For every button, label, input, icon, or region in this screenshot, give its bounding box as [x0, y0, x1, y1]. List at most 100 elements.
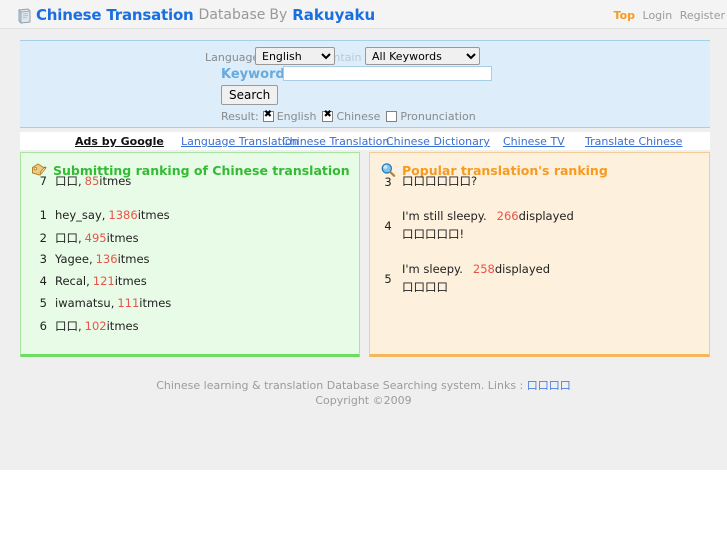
logo-title: Chinese Transation — [36, 6, 194, 24]
popular-ranking-panel: Popular translation's ranking 3 口口口口口口? … — [369, 152, 710, 357]
pop-number: 5 — [384, 272, 392, 286]
checkbox-pronunciation[interactable] — [386, 111, 398, 122]
rank-unit: itmes — [114, 274, 147, 288]
site-footer: Chinese learning & translation Database … — [0, 378, 727, 408]
keyword-input[interactable] — [283, 66, 492, 81]
language-select[interactable]: English — [255, 47, 335, 65]
rank-comma: , — [78, 231, 82, 245]
rank-count: 495 — [84, 231, 107, 245]
footer-link[interactable]: 口口口口 — [527, 379, 571, 392]
rank-unit: itmes — [117, 252, 150, 266]
submitting-ranking-list: 7 口口, 85 itmes 1 hey_say, 1386 itmes 2 口口,… — [31, 173, 351, 340]
pop-translation[interactable]: 口口口口口口? — [402, 175, 477, 188]
checkbox-chinese[interactable] — [322, 109, 334, 122]
pop-translation[interactable]: 口口口口 — [402, 278, 550, 297]
header-nav: Top Login Register — [614, 9, 725, 22]
contain-select[interactable]: All Keywords — [365, 47, 480, 65]
pop-body: I'm still sleepy. 266displayed 口口口口口! — [402, 208, 574, 244]
list-item[interactable]: 5 iwamatsu, 111 itmes — [31, 296, 351, 318]
footer-copyright: Copyright ©2009 — [315, 394, 412, 407]
nav-login-link[interactable]: Login — [643, 9, 673, 22]
rank-number: 5 — [39, 296, 47, 310]
checkbox-chinese-label: Chinese — [336, 110, 381, 123]
rank-unit: itmes — [106, 319, 139, 333]
list-item[interactable]: 7 口口, 85 itmes — [31, 173, 351, 187]
pop-number: 3 — [384, 175, 392, 188]
rank-number: 3 — [39, 252, 47, 266]
list-item[interactable]: 4 Recal, 121 itmes — [31, 274, 351, 296]
checkbox-english-label: English — [276, 110, 317, 123]
rank-count: 121 — [92, 274, 115, 288]
pop-count: 266 — [496, 209, 519, 223]
rank-comma: , — [78, 174, 82, 187]
pop-number: 4 — [384, 219, 392, 233]
rank-unit: itmes — [106, 231, 139, 245]
rank-unit: itmes — [139, 296, 172, 310]
rank-name[interactable]: iwamatsu — [55, 296, 111, 310]
list-item[interactable]: 4 I'm still sleepy. 266displayed 口口口口口! — [380, 208, 705, 244]
list-gap — [31, 187, 351, 208]
result-options-row: Result: English Chinese Pronunciation — [221, 109, 476, 123]
rank-number: 2 — [39, 231, 47, 245]
footer-line1: Chinese learning & translation Database … — [156, 379, 524, 392]
list-item[interactable]: 6 口口, 102 itmes — [31, 318, 351, 340]
submitting-ranking-panel: Submitting ranking of Chinese translatio… — [20, 152, 360, 357]
rank-name[interactable]: hey_say — [55, 208, 102, 222]
ad-link-chinese-dictionary[interactable]: Chinese Dictionary — [386, 135, 490, 148]
rank-comma: , — [101, 208, 106, 222]
page-whitespace — [0, 470, 727, 545]
site-header: Chinese Transation Database By Rakuyaku … — [0, 0, 727, 29]
search-button[interactable]: Search — [221, 85, 279, 105]
list-item[interactable]: 5 I'm sleepy. 258displayed 口口口口 — [380, 261, 705, 297]
ad-link-chinese-tv[interactable]: Chinese TV — [503, 135, 565, 148]
site-logo[interactable]: Chinese Transation Database By Rakuyaku — [17, 6, 375, 24]
rank-number: 1 — [39, 208, 47, 222]
pop-translation[interactable]: 口口口口口! — [402, 225, 574, 244]
ad-link-chinese-translation[interactable]: Chinese Translation — [282, 135, 389, 148]
list-item[interactable]: 3 Yagee, 136 itmes — [31, 252, 351, 274]
pop-phrase-line: I'm still sleepy. 266displayed — [402, 208, 574, 225]
pop-phrase[interactable]: I'm still sleepy. — [402, 209, 487, 223]
list-item[interactable]: 2 口口, 495 itmes — [31, 230, 351, 252]
pop-unit: displayed — [494, 262, 551, 276]
nav-top-link[interactable]: Top — [614, 9, 635, 22]
rank-name[interactable]: Yagee — [55, 252, 89, 266]
logo-by: By — [269, 7, 288, 23]
rank-number: 4 — [39, 274, 47, 288]
nav-register-link[interactable]: Register — [680, 9, 725, 22]
rank-unit: itmes — [137, 208, 170, 222]
rank-number: 6 — [39, 319, 47, 333]
popular-ranking-list: 3 口口口口口口? 4 I'm still sleepy. 266 displaye… — [380, 175, 705, 314]
book-icon — [17, 8, 32, 24]
rank-name[interactable]: 口口 — [55, 230, 78, 246]
list-item[interactable]: 1 hey_say, 1386 itmes — [31, 208, 351, 230]
page-root: Chinese Transation Database By Rakuyaku … — [0, 0, 727, 470]
list-item[interactable]: 3 口口口口口口? — [380, 175, 705, 188]
checkbox-pronunciation-label: Pronunciation — [400, 110, 476, 123]
rank-unit: itmes — [99, 174, 132, 187]
pop-count: 258 — [472, 262, 495, 276]
language-label: Language — [205, 51, 260, 64]
ads-by-google-row: Ads by Google Language Translation Chine… — [20, 132, 710, 150]
rank-comma: , — [86, 274, 90, 288]
rank-count: 85 — [84, 174, 100, 187]
ads-by-google-label: Ads by Google — [75, 135, 164, 148]
rank-count: 102 — [84, 319, 107, 333]
rank-comma: , — [88, 252, 93, 266]
rank-count: 1386 — [108, 208, 138, 222]
search-panel: Language Contain English All Keywords Ke… — [20, 40, 710, 128]
rank-name[interactable]: 口口 — [55, 173, 78, 187]
logo-subtitle: Database — [198, 7, 266, 23]
result-label: Result: — [221, 110, 259, 123]
rank-name[interactable]: Recal — [55, 274, 86, 288]
logo-brand: Rakuyaku — [292, 6, 376, 24]
rank-count: 136 — [95, 252, 118, 266]
pop-body: I'm sleepy. 258displayed 口口口口 — [402, 261, 550, 297]
rank-name[interactable]: 口口 — [55, 318, 78, 334]
keyword-label: Keyword — [221, 67, 285, 82]
pop-phrase[interactable]: I'm sleepy. — [402, 262, 463, 276]
ad-link-translate-chinese[interactable]: Translate Chinese — [585, 135, 682, 148]
checkbox-english[interactable] — [262, 109, 274, 122]
rank-comma: , — [78, 319, 82, 333]
pop-body: 口口口口口口? — [402, 175, 477, 188]
